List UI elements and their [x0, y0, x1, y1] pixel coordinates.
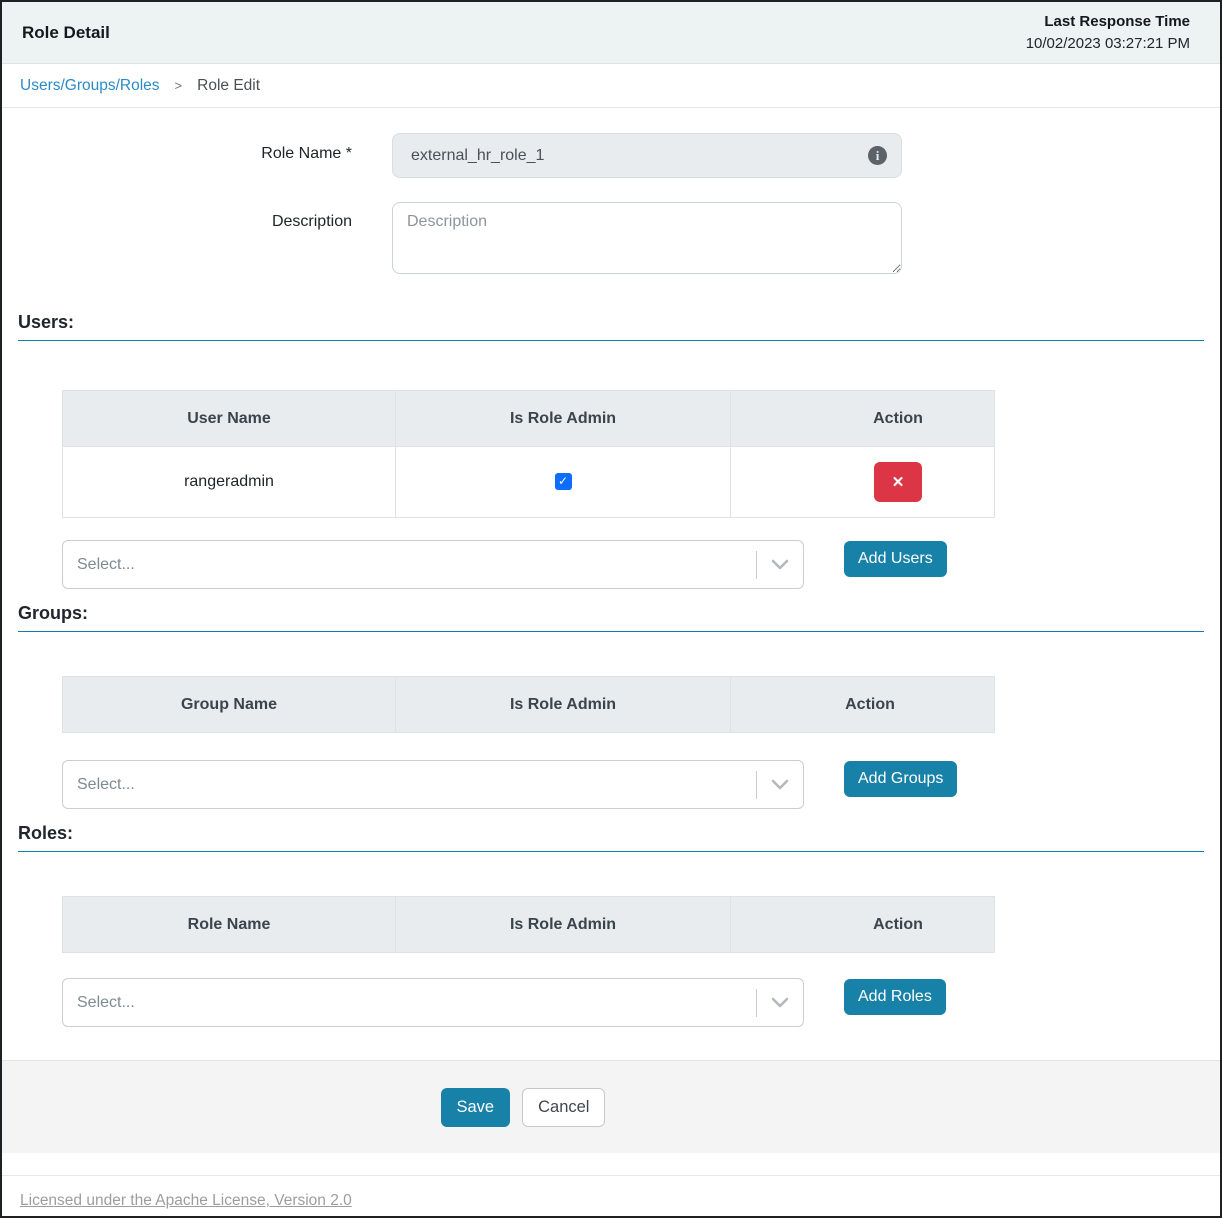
groups-select-indicators — [756, 761, 803, 808]
users-col-user-name: User Name — [63, 391, 396, 447]
roles-table: Role Name Is Role Admin Action — [62, 896, 995, 953]
users-col-action: Action — [731, 391, 995, 447]
top-header-bar: Role Detail Last Response Time 10/02/202… — [2, 2, 1220, 64]
groups-table-header-row: Group Name Is Role Admin Action — [63, 677, 995, 733]
groups-col-is-role-admin: Is Role Admin — [396, 677, 731, 733]
chevron-down-icon[interactable] — [757, 559, 803, 570]
roles-col-is-role-admin: Is Role Admin — [396, 897, 731, 953]
groups-select-placeholder: Select... — [77, 776, 135, 794]
users-select-indicators — [756, 541, 803, 588]
is-role-admin-checkbox[interactable]: ✓ — [555, 473, 572, 490]
groups-table: Group Name Is Role Admin Action — [62, 676, 995, 733]
groups-col-action: Action — [731, 677, 995, 733]
delete-icon: ✕ — [892, 474, 905, 491]
roles-section: Roles: Role Name Is Role Admin Action Se… — [18, 809, 1204, 1027]
roles-col-role-name: Role Name — [63, 897, 396, 953]
description-row: Description — [2, 202, 1220, 274]
breadcrumb-current: Role Edit — [197, 77, 260, 95]
last-response-time-value: 10/02/2023 03:27:21 PM — [1026, 33, 1190, 55]
roles-table-header-row: Role Name Is Role Admin Action — [63, 897, 995, 953]
roles-col-action: Action — [731, 897, 995, 953]
delete-user-button[interactable]: ✕ — [874, 462, 922, 502]
role-detail-page: Role Detail Last Response Time 10/02/202… — [0, 0, 1222, 1218]
footer-divider — [2, 1175, 1220, 1176]
add-users-button[interactable]: Add Users — [844, 541, 947, 577]
roles-select-indicators — [756, 979, 803, 1026]
users-select[interactable]: Select... — [62, 540, 804, 589]
users-col-is-role-admin: Is Role Admin — [396, 391, 731, 447]
users-table: User Name Is Role Admin Action rangeradm… — [62, 390, 995, 518]
users-table-header-row: User Name Is Role Admin Action — [63, 391, 995, 447]
users-heading: Users: — [18, 312, 1204, 341]
roles-heading: Roles: — [18, 823, 1204, 852]
user-action-cell: ✕ — [731, 447, 995, 518]
role-name-value: external_hr_role_1 — [411, 147, 544, 165]
description-label: Description — [2, 202, 392, 274]
page-footer: Licensed under the Apache License, Versi… — [2, 1153, 1220, 1210]
info-icon: i — [868, 146, 887, 165]
form-actions-bar: Save Cancel — [2, 1060, 1220, 1153]
groups-heading: Groups: — [18, 603, 1204, 632]
page-title: Role Detail — [22, 23, 110, 43]
users-section: Users: User Name Is Role Admin Action ra… — [18, 298, 1204, 589]
last-response-time-label: Last Response Time — [1026, 11, 1190, 33]
is-role-admin-cell: ✓ — [396, 447, 731, 518]
roles-select[interactable]: Select... — [62, 978, 804, 1027]
groups-section: Groups: Group Name Is Role Admin Action … — [18, 589, 1204, 809]
last-response-time: Last Response Time 10/02/2023 03:27:21 P… — [1026, 11, 1190, 55]
add-groups-button[interactable]: Add Groups — [844, 761, 957, 797]
description-input[interactable] — [392, 202, 902, 274]
role-name-field: external_hr_role_1 i — [392, 133, 902, 178]
role-name-label: Role Name * — [2, 133, 392, 178]
chevron-down-icon[interactable] — [757, 779, 803, 790]
groups-select[interactable]: Select... — [62, 760, 804, 809]
users-table-row: rangeradmin ✓ ✕ — [63, 447, 995, 518]
groups-col-group-name: Group Name — [63, 677, 396, 733]
add-roles-button[interactable]: Add Roles — [844, 979, 946, 1015]
save-button[interactable]: Save — [441, 1088, 511, 1127]
roles-select-placeholder: Select... — [77, 994, 135, 1012]
breadcrumb-separator-icon: > — [175, 78, 183, 93]
users-select-placeholder: Select... — [77, 556, 135, 574]
breadcrumb-users-groups-roles-link[interactable]: Users/Groups/Roles — [20, 77, 160, 95]
license-link[interactable]: Licensed under the Apache License, Versi… — [20, 1192, 352, 1210]
role-form: Role Name * external_hr_role_1 i Descrip… — [2, 108, 1220, 298]
breadcrumb: Users/Groups/Roles > Role Edit — [2, 64, 1220, 108]
user-name-cell: rangeradmin — [63, 447, 396, 518]
cancel-button[interactable]: Cancel — [522, 1088, 605, 1127]
chevron-down-icon[interactable] — [757, 997, 803, 1008]
role-name-row: Role Name * external_hr_role_1 i — [2, 133, 1220, 178]
